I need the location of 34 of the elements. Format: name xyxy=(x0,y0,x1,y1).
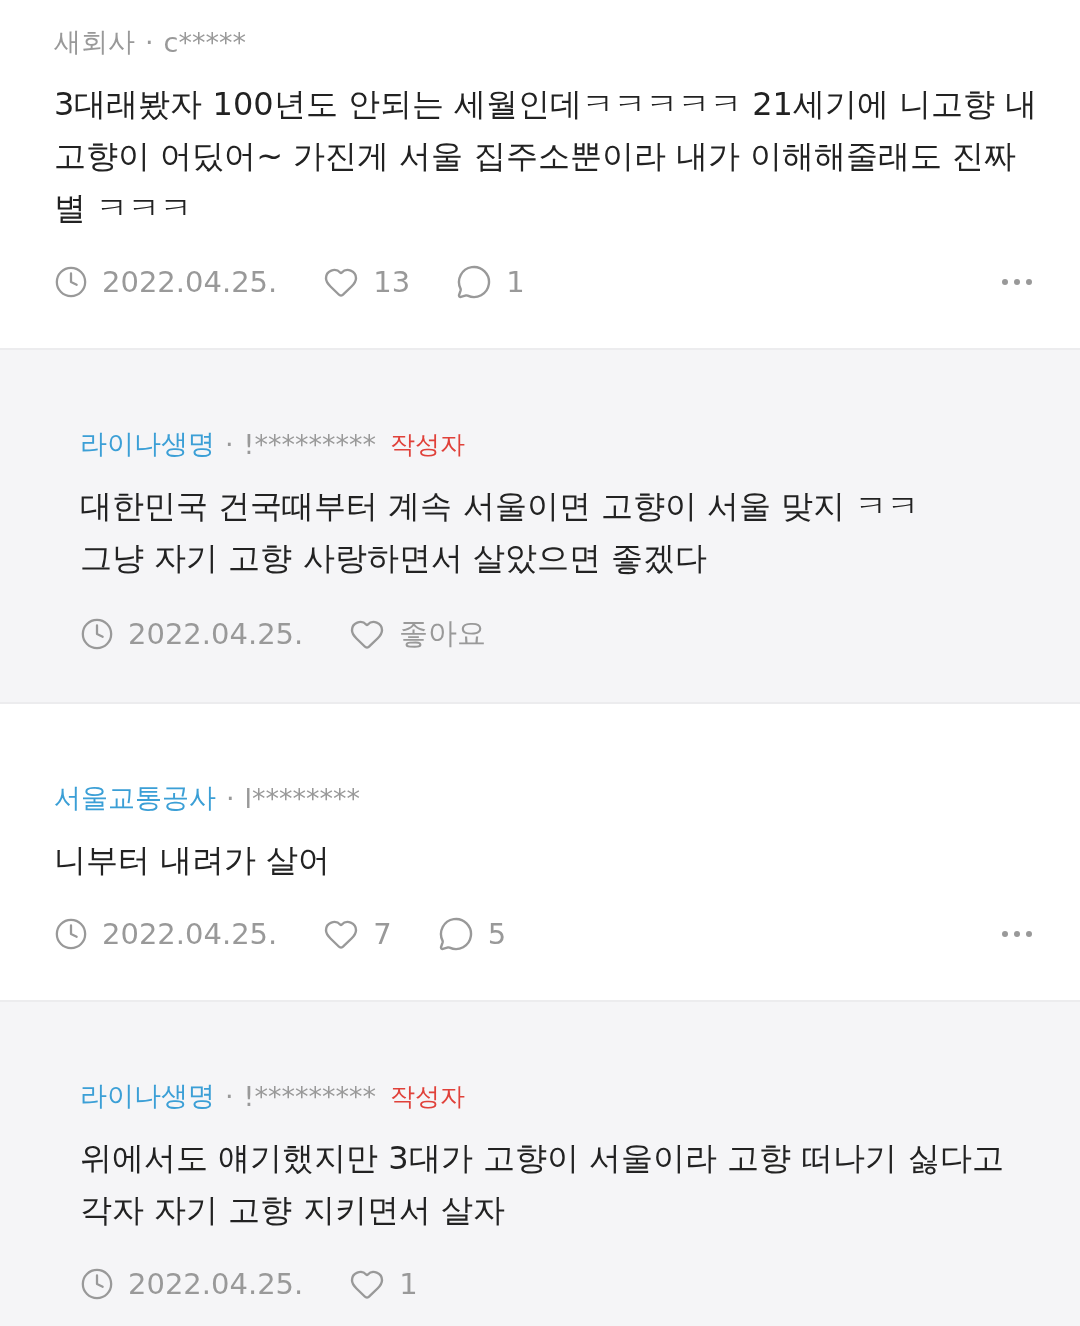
author-label: 작성자 xyxy=(389,1080,465,1113)
reply-count: 1 xyxy=(506,265,525,299)
company-name[interactable]: 서울교통공사 xyxy=(54,780,216,816)
like-count: 1 xyxy=(399,1267,418,1301)
nickname: l******** xyxy=(244,782,361,814)
like-count: 7 xyxy=(373,917,392,951)
reply-count: 5 xyxy=(487,917,507,951)
company-name[interactable]: 라이나생명 xyxy=(80,1078,215,1114)
author-label: 작성자 xyxy=(389,428,465,461)
comment-date: 2022.04.25. xyxy=(102,917,278,951)
nickname: !********* xyxy=(243,1080,376,1112)
like-count: 좋아요 xyxy=(399,615,487,652)
comment-text: 위에서도 얘기했지만 3대가 고향이 서울이라 고향 떠나기 싫다고 각자 자기 고향 지키면서 살자 xyxy=(80,1138,1005,1231)
like-count: 13 xyxy=(373,265,411,299)
comment-date: 2022.04.25. xyxy=(128,1267,304,1301)
company-name: 새회사 xyxy=(54,25,135,59)
clock-icon xyxy=(80,1267,114,1301)
comment-text: 니부터 내려가 살어 xyxy=(54,840,332,881)
clock-icon xyxy=(54,917,88,951)
nickname: !********* xyxy=(243,428,376,460)
separator-dot: · xyxy=(225,1080,234,1112)
separator-dot: · xyxy=(226,782,235,814)
comment-date: 2022.04.25. xyxy=(128,617,304,651)
speech-bubble-icon[interactable] xyxy=(456,264,493,300)
clock-icon xyxy=(80,617,114,651)
nickname: c***** xyxy=(163,26,246,58)
separator-dot: · xyxy=(145,26,154,58)
comment-text: 3대래봤자 100년도 안되는 세월인데ㅋㅋㅋㅋㅋ 21세기에 니고향 내 고향이 어딨어~ 가진게 서울 집주소뿐이라 내가 이해해줄래도 진짜 별 ㅋㅋㅋ xyxy=(54,84,1039,229)
comment-date: 2022.04.25. xyxy=(102,265,278,299)
clock-icon xyxy=(54,265,88,299)
comment-text: 대한민국 건국때부터 계속 서울이면 고향이 서울 맞지 ㅋㅋ 그냥 자기 고향 사랑하면서 살았으면 좋겠다 xyxy=(80,486,921,579)
speech-bubble-icon[interactable] xyxy=(437,916,474,952)
separator-dot: · xyxy=(225,428,234,460)
company-name[interactable]: 라이나생명 xyxy=(80,426,215,462)
